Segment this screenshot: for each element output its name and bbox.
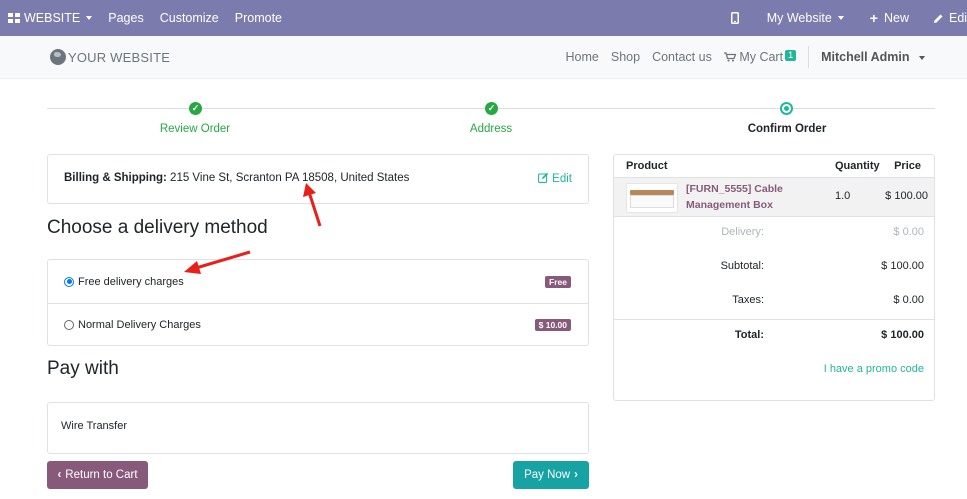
edit-address-link[interactable]: Edit <box>538 172 572 185</box>
pay-now-label: Pay Now <box>524 469 571 481</box>
edit-address-label: Edit <box>552 173 572 185</box>
address-label: Billing & Shipping: <box>64 172 167 184</box>
column-price: Price <box>894 160 921 172</box>
pay-now-button[interactable]: Pay Now › <box>513 461 589 489</box>
new-label: New <box>883 11 909 25</box>
product-price: $ 100.00 <box>885 190 928 202</box>
return-to-cart-label: Return to Cart <box>65 469 138 481</box>
step-review-order[interactable]: Review Order <box>160 123 230 135</box>
site-header: YOUR WEBSITE Home Shop Contact us My Car… <box>0 36 967 79</box>
nav-divider <box>808 46 810 68</box>
delivery-label: Delivery: <box>721 226 764 238</box>
pencil-icon <box>934 14 943 23</box>
billing-shipping-address: Billing & Shipping: 215 Vine St, Scranto… <box>64 172 409 184</box>
nav-my-cart[interactable]: My Cart 1 <box>718 50 802 64</box>
delivery-value: $ 0.00 <box>893 226 924 238</box>
globe-icon <box>50 49 66 65</box>
cart-label: My Cart <box>739 50 784 64</box>
summary-product-row: [FURN_5555] Cable Management Box 1.0 $ 1… <box>614 178 934 217</box>
pages-menu[interactable]: Pages <box>100 0 151 36</box>
chevron-right-icon: › <box>574 469 578 481</box>
nav-home[interactable]: Home <box>560 50 605 64</box>
mobile-icon <box>730 12 739 24</box>
new-button[interactable]: + New <box>858 0 921 36</box>
total-label: Total: <box>734 329 764 341</box>
step-check-icon: ✓ <box>189 102 202 115</box>
delivery-option-free[interactable]: Free delivery charges Free <box>48 260 588 303</box>
delivery-options: Free delivery charges Free Normal Delive… <box>47 259 589 346</box>
address-value: 215 Vine St, Scranton PA 18508, United S… <box>170 172 410 184</box>
caret-down-icon <box>86 16 93 20</box>
subtotal-label: Subtotal: <box>720 260 764 272</box>
promo-code-link[interactable]: I have a promo code <box>824 363 924 375</box>
delivery-option-label: Normal Delivery Charges <box>78 319 201 331</box>
customize-menu[interactable]: Customize <box>152 0 227 36</box>
radio-unselected-icon[interactable] <box>64 320 74 330</box>
website-menu[interactable]: WEBSITE <box>0 0 100 36</box>
product-thumbnail <box>626 183 678 213</box>
cart-count-badge: 1 <box>785 50 797 61</box>
total-divider <box>614 319 934 320</box>
delivery-method-title: Choose a delivery method <box>47 217 268 238</box>
product-quantity: 1.0 <box>835 190 851 202</box>
plus-icon: + <box>869 10 878 26</box>
column-product: Product <box>626 160 668 172</box>
my-website-menu[interactable]: My Website <box>753 0 858 36</box>
pay-with-title: Pay with <box>47 358 119 379</box>
step-address[interactable]: Address <box>470 123 512 135</box>
chevron-left-icon: ‹ <box>57 469 62 481</box>
my-website-label: My Website <box>766 11 832 25</box>
site-logo-text: YOUR WEBSITE <box>68 49 171 65</box>
website-menu-label: WEBSITE <box>24 11 81 25</box>
admin-bar: WEBSITE Pages Customize Promote My Websi… <box>0 0 967 36</box>
mobile-preview-button[interactable] <box>717 0 753 36</box>
user-name: Mitchell Admin <box>821 50 910 64</box>
nav-contact[interactable]: Contact us <box>646 50 718 64</box>
column-quantity: Quantity <box>835 160 880 172</box>
edit-button[interactable]: Edit <box>921 0 967 36</box>
return-to-cart-button[interactable]: ‹ Return to Cart <box>47 461 148 489</box>
apps-grid-icon <box>8 13 20 23</box>
product-name-link[interactable]: [FURN_5555] Cable Management Box <box>686 181 806 213</box>
step-confirm-order: Confirm Order <box>747 123 827 135</box>
edit-label: Edit <box>949 11 967 25</box>
cart-icon <box>723 52 737 62</box>
payment-method-label: Wire Transfer <box>61 420 128 432</box>
taxes-label: Taxes: <box>732 294 764 306</box>
step-current-icon <box>780 102 793 115</box>
subtotal-value: $ 100.00 <box>881 260 924 272</box>
delivery-option-label: Free delivery charges <box>78 275 184 288</box>
delivery-price-badge: $ 10.00 <box>534 319 571 331</box>
order-summary: Product Quantity Price [FURN_5555] Cable… <box>613 154 935 401</box>
summary-header: Product Quantity Price <box>614 155 934 178</box>
site-logo[interactable]: YOUR WEBSITE <box>50 49 170 65</box>
edit-icon <box>538 172 549 183</box>
caret-down-icon <box>837 16 844 20</box>
delivery-price-badge: Free <box>545 275 571 288</box>
taxes-value: $ 0.00 <box>893 294 924 306</box>
radio-selected-icon[interactable] <box>64 276 74 287</box>
nav-shop[interactable]: Shop <box>605 50 646 64</box>
payment-method-card[interactable]: Wire Transfer <box>47 402 589 454</box>
total-value: $ 100.00 <box>881 329 924 341</box>
address-card: Billing & Shipping: 215 Vine St, Scranto… <box>47 154 589 204</box>
promote-menu[interactable]: Promote <box>227 0 290 36</box>
step-check-icon: ✓ <box>485 102 498 115</box>
main-nav: Home Shop Contact us My Cart 1 Mitchell A… <box>560 36 931 78</box>
delivery-option-normal[interactable]: Normal Delivery Charges $ 10.00 <box>48 303 588 346</box>
user-menu[interactable]: Mitchell Admin <box>815 50 931 64</box>
caret-down-icon <box>919 55 925 60</box>
